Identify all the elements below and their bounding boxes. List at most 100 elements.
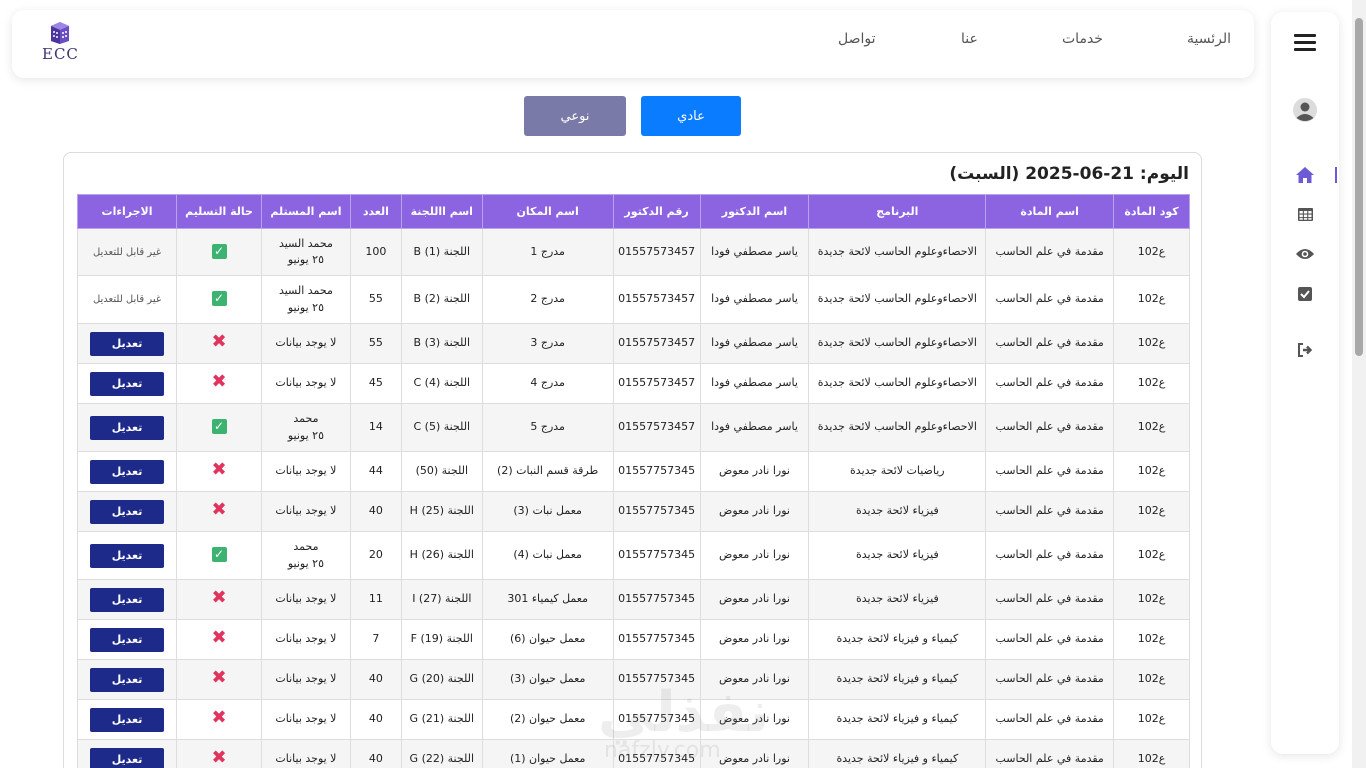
day-title: اليوم: 21-06-2025 (السبت)	[949, 164, 1189, 184]
cell-status: ✖	[176, 363, 262, 404]
sidebar-item-table[interactable]	[1271, 200, 1339, 228]
cell-code: ع102	[1113, 275, 1190, 324]
cell-actions: تعديل	[76, 491, 178, 532]
col-header-actions: الاجراءات	[76, 194, 178, 229]
cell-doctor: نورا نادر معوض	[699, 579, 810, 620]
table-row: ع102 مقدمة في علم الحاسب الاحصاءوعلوم الحا…	[76, 228, 1190, 276]
cell-program: فيزياء لائحة جديدة	[808, 579, 987, 620]
cell-subject: مقدمة في علم الحاسب	[985, 403, 1115, 452]
cell-subject: مقدمة في علم الحاسب	[985, 451, 1115, 492]
not-editable-label: غير قابل للتعديل	[92, 294, 162, 306]
cell-count: 45	[349, 363, 402, 404]
edit-button[interactable]: تعديل	[90, 543, 165, 568]
table-icon	[1297, 207, 1313, 221]
cell-phone: 01557757345	[612, 579, 701, 620]
cell-status: ✓	[176, 228, 262, 276]
cell-receiver: محمد السيد ٢٥ يونيو	[260, 275, 351, 324]
cell-count: 11	[349, 579, 402, 620]
receiver-name: لا يوجد بيانات	[275, 672, 337, 686]
cell-subject: مقدمة في علم الحاسب	[985, 323, 1115, 364]
col-header-place: اسم المكان	[481, 194, 614, 229]
receiver-name: محمد السيد	[278, 236, 333, 250]
col-header-count: العدد	[349, 194, 402, 229]
cell-program: رياضيات لائحة جديدة	[808, 451, 987, 492]
edit-button[interactable]: تعديل	[90, 627, 165, 652]
cell-subject: مقدمة في علم الحاسب	[985, 619, 1115, 660]
cell-code: ع102	[1113, 323, 1190, 364]
logout-icon	[1298, 343, 1313, 357]
sidebar-item-tasks[interactable]	[1271, 280, 1339, 308]
cell-phone: 01557757345	[612, 699, 701, 740]
cell-subject: مقدمة في علم الحاسب	[985, 363, 1115, 404]
cell-doctor: ياسر مصطفي فودا	[699, 403, 810, 452]
nav-services[interactable]: خدمات	[1062, 31, 1103, 47]
cell-receiver: لا يوجد بيانات	[260, 491, 351, 532]
nav-about[interactable]: عنا	[961, 31, 978, 47]
cell-place: مدرج 2	[481, 275, 614, 324]
receiver-name: لا يوجد بيانات	[275, 464, 337, 478]
cell-status: ✓	[176, 403, 262, 452]
edit-button[interactable]: تعديل	[90, 747, 165, 768]
cell-status: ✓	[176, 275, 262, 324]
cell-count: 7	[349, 619, 402, 660]
cell-actions: تعديل	[76, 323, 178, 364]
receiver-name: لا يوجد بيانات	[275, 376, 337, 390]
user-profile[interactable]	[1271, 96, 1339, 124]
cell-committee: اللجنة (25) H	[400, 491, 483, 532]
cell-code: ع102	[1113, 451, 1190, 492]
cell-doctor: نورا نادر معوض	[699, 699, 810, 740]
sidebar-item-logout[interactable]	[1271, 336, 1339, 364]
table-header-row: كود المادة اسم المادة البرنامج اسم الدكت…	[76, 194, 1190, 229]
sidebar-item-home[interactable]	[1271, 161, 1339, 189]
receiver-name: لا يوجد بيانات	[275, 632, 337, 646]
cell-receiver: لا يوجد بيانات	[260, 451, 351, 492]
page-scrollbar[interactable]	[1352, 0, 1366, 768]
sidebar	[1271, 12, 1339, 754]
edit-button[interactable]: تعديل	[90, 707, 165, 732]
check-icon: ✓	[211, 243, 227, 259]
cell-phone: 01557573457	[612, 403, 701, 452]
cell-code: ع102	[1113, 531, 1190, 580]
cell-program: الاحصاءوعلوم الحاسب لائحة جديدة	[808, 403, 987, 452]
cell-committee: اللجنة (1) B	[400, 228, 483, 276]
cell-receiver: لا يوجد بيانات	[260, 363, 351, 404]
edit-button[interactable]: تعديل	[90, 415, 165, 440]
table-row: ع102 مقدمة في علم الحاسب كيمياء و فيزياء ل…	[76, 619, 1190, 660]
edit-button[interactable]: تعديل	[90, 667, 165, 692]
edit-button[interactable]: تعديل	[90, 499, 165, 524]
edit-button[interactable]: تعديل	[90, 459, 165, 484]
sidebar-item-view[interactable]	[1271, 240, 1339, 268]
cell-actions: تعديل	[76, 363, 178, 404]
edit-button[interactable]: تعديل	[90, 371, 165, 396]
nav-home[interactable]: الرئسية	[1187, 31, 1231, 47]
cell-phone: 01557757345	[612, 739, 701, 768]
cross-icon: ✖	[211, 627, 227, 649]
col-header-subject: اسم المادة	[985, 194, 1115, 229]
cell-doctor: ياسر مصطفي فودا	[699, 363, 810, 404]
nav-contact[interactable]: تواصل	[838, 31, 876, 47]
logo[interactable]: ECC	[42, 22, 78, 63]
cell-count: 14	[349, 403, 402, 452]
cell-actions: تعديل	[76, 739, 178, 768]
scrollbar-thumb[interactable]	[1355, 18, 1363, 356]
cell-phone: 01557757345	[612, 531, 701, 580]
cell-doctor: ياسر مصطفي فودا	[699, 275, 810, 324]
user-avatar-icon	[1293, 98, 1317, 122]
edit-button[interactable]: تعديل	[90, 331, 165, 356]
col-header-status: حالة التسليم	[176, 194, 262, 229]
menu-toggle[interactable]	[1271, 28, 1339, 56]
cell-program: كيمياء و فيزياء لائحة جديدة	[808, 619, 987, 660]
cell-subject: مقدمة في علم الحاسب	[985, 275, 1115, 324]
cell-phone: 01557757345	[612, 659, 701, 700]
edit-button[interactable]: تعديل	[90, 587, 165, 612]
cell-place: معمل نبات (4)	[481, 531, 614, 580]
eye-icon	[1296, 249, 1314, 259]
table-body: ع102 مقدمة في علم الحاسب الاحصاءوعلوم الحا…	[76, 228, 1190, 768]
special-type-button[interactable]: نوعي	[524, 96, 626, 136]
cell-subject: مقدمة في علم الحاسب	[985, 531, 1115, 580]
cell-program: فيزياء لائحة جديدة	[808, 491, 987, 532]
schedule-card: اليوم: 21-06-2025 (السبت) كود المادة اسم…	[63, 152, 1202, 768]
cell-committee: اللجنة (3) B	[400, 323, 483, 364]
cell-committee: اللجنة (26) H	[400, 531, 483, 580]
regular-type-button[interactable]: عادي	[641, 96, 741, 136]
